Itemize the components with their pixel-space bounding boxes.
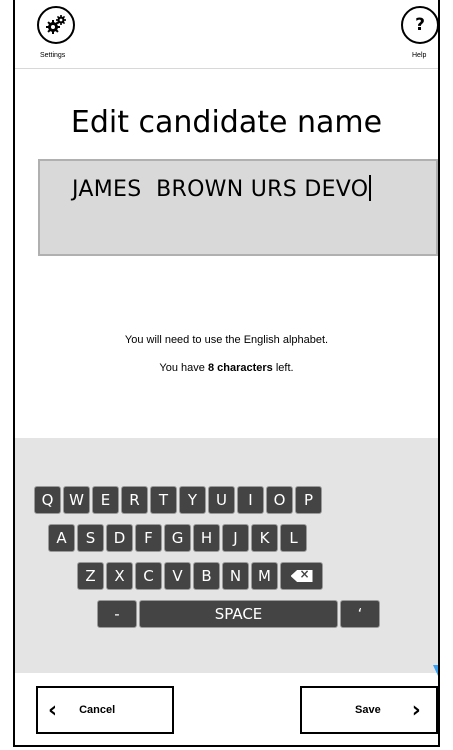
key-n[interactable]: N [222, 562, 249, 590]
key-apostrophe[interactable]: ‘ [340, 600, 380, 628]
settings-button[interactable] [37, 6, 75, 44]
settings-label: Settings [40, 52, 66, 59]
chevron-left-icon: ‹ [48, 697, 58, 723]
key-w[interactable]: W [63, 486, 90, 514]
page-title: Edit candidate name [70, 105, 383, 140]
key-e[interactable]: E [92, 486, 119, 514]
characters-count: 8 characters [207, 362, 273, 374]
name-value-wrap: JAMES BROWN URS DEVO [72, 175, 372, 202]
key-y[interactable]: Y [179, 486, 206, 514]
key-v[interactable]: V [164, 562, 191, 590]
cancel-button[interactable]: ‹ Cancel [36, 686, 174, 734]
key-u[interactable]: U [208, 486, 235, 514]
key-space[interactable]: SPACE [139, 600, 338, 628]
key-h[interactable]: H [193, 524, 220, 552]
characters-left-notice: You have 8 characters left. [15, 362, 438, 374]
bottom-bar: ‹ Cancel Save › [15, 673, 438, 745]
key-q[interactable]: Q [34, 486, 61, 514]
key-k[interactable]: K [251, 524, 278, 552]
help-icon: ? [415, 15, 425, 35]
name-value: JAMES BROWN URS DEVO [72, 177, 369, 202]
text-cursor [369, 175, 372, 201]
chevron-right-icon: › [411, 697, 421, 723]
key-s[interactable]: S [77, 524, 104, 552]
help-label: Help [412, 52, 427, 59]
key-i[interactable]: I [237, 486, 264, 514]
key-a[interactable]: A [48, 524, 75, 552]
key-g[interactable]: G [164, 524, 191, 552]
help-button[interactable]: ? [401, 6, 438, 44]
key-b[interactable]: B [193, 562, 220, 590]
on-screen-keyboard: Q W E R T Y U I O P A S D F G H J K L Z … [15, 438, 438, 673]
key-f[interactable]: F [135, 524, 162, 552]
alphabet-notice: You will need to use the English alphabe… [124, 334, 329, 346]
key-j[interactable]: J [222, 524, 249, 552]
key-c[interactable]: C [135, 562, 162, 590]
key-dash[interactable]: - [97, 600, 137, 628]
key-m[interactable]: M [251, 562, 278, 590]
annotation-arrow-head [433, 665, 438, 691]
key-x[interactable]: X [106, 562, 133, 590]
key-t[interactable]: T [150, 486, 177, 514]
info-prefix: You have [159, 362, 208, 374]
key-o[interactable]: O [266, 486, 293, 514]
key-d[interactable]: D [106, 524, 133, 552]
backspace-icon: × [290, 570, 313, 582]
key-l[interactable]: L [280, 524, 307, 552]
app-frame: Settings ? Help Edit candidate name JAME… [13, 0, 440, 747]
key-p[interactable]: P [295, 486, 322, 514]
save-label: Save [355, 704, 381, 716]
gears-icon [46, 15, 66, 34]
info-suffix: left. [272, 362, 294, 374]
candidate-name-field[interactable]: JAMES BROWN URS DEVO [38, 159, 438, 256]
backspace-key[interactable]: × [280, 562, 323, 590]
key-r[interactable]: R [121, 486, 148, 514]
save-button[interactable]: Save › [300, 686, 438, 734]
top-bar: Settings ? Help [15, 0, 438, 69]
key-z[interactable]: Z [77, 562, 104, 590]
cancel-label: Cancel [79, 704, 116, 716]
